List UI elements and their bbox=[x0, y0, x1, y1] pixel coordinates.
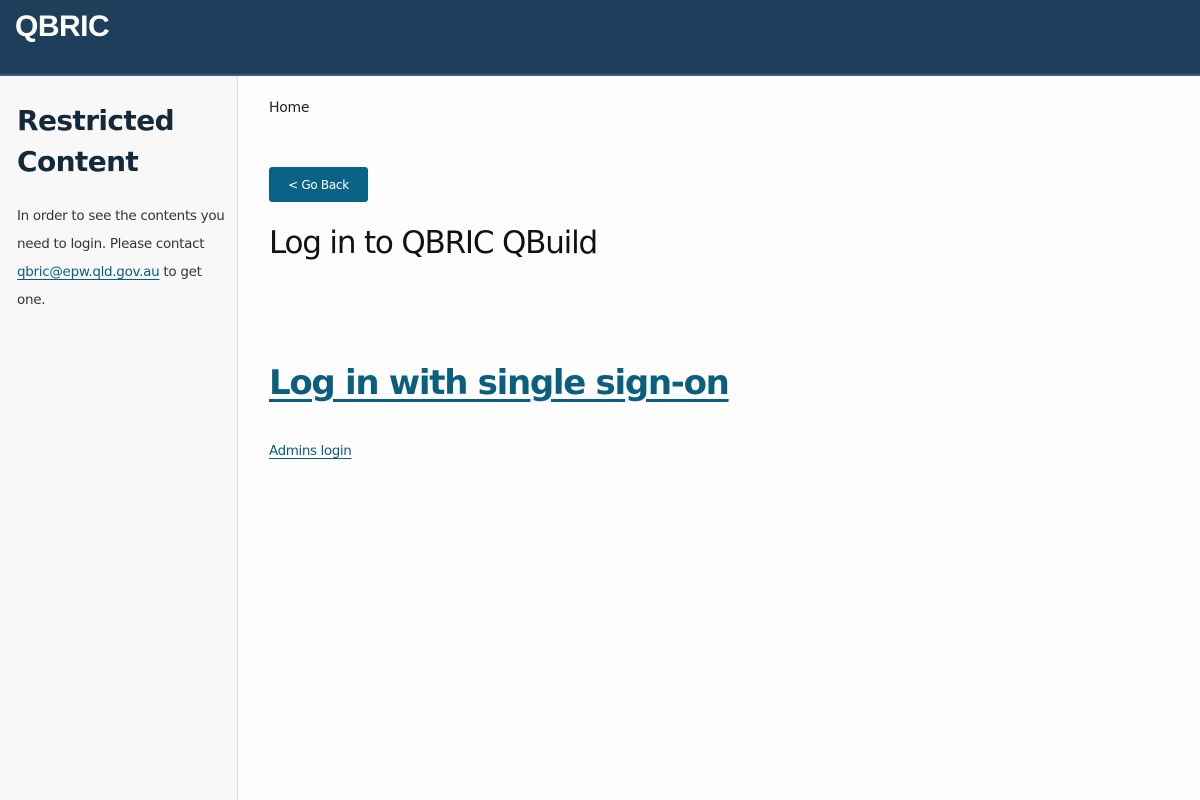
admins-login-link[interactable]: Admins login bbox=[269, 443, 352, 459]
sidebar-message-start: In order to see the contents you need to… bbox=[17, 208, 225, 252]
go-back-button[interactable]: < Go Back bbox=[269, 167, 368, 202]
contact-email-link[interactable]: qbric@epw.qld.gov.au bbox=[17, 264, 160, 280]
single-sign-on-link[interactable]: Log in with single sign-on bbox=[269, 363, 730, 403]
sidebar-message: In order to see the contents you need to… bbox=[17, 202, 229, 314]
restricted-content-sidebar: Restricted Content In order to see the c… bbox=[0, 76, 238, 800]
sidebar-title: Restricted Content bbox=[17, 104, 175, 178]
brand-logo-text[interactable]: QBRIC bbox=[15, 10, 110, 44]
top-navigation-bar: QBRIC bbox=[0, 0, 1200, 76]
breadcrumb-home[interactable]: Home bbox=[269, 100, 309, 116]
page-title: Log in to QBRIC QBuild bbox=[269, 225, 598, 261]
main-content: Home < Go Back Log in to QBRIC QBuild Lo… bbox=[239, 76, 1200, 800]
